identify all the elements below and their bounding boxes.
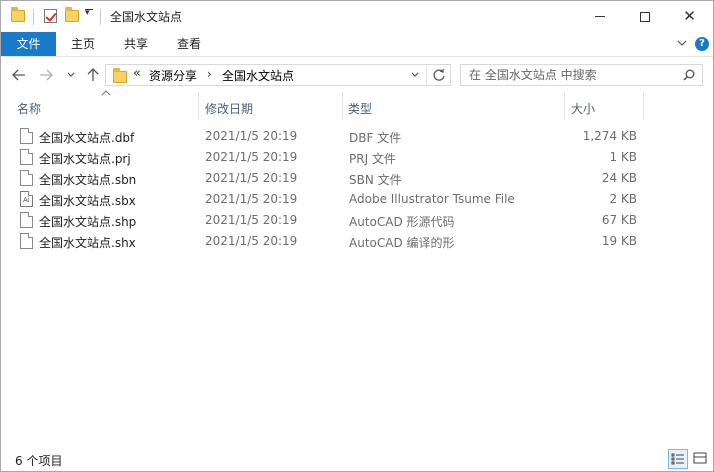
file-name: 全国水文站点.dbf bbox=[39, 131, 135, 145]
file-icon bbox=[20, 149, 33, 165]
file-size: 2 KB bbox=[609, 192, 637, 206]
file-row[interactable]: 全国水文站点.prj 2021/1/5 20:19 PRJ 文件 1 KB bbox=[1, 147, 713, 168]
breadcrumb-item-resource-share[interactable]: 资源分享 bbox=[149, 67, 197, 84]
large-icons-view-icon bbox=[693, 452, 707, 464]
chevron-down-icon bbox=[67, 72, 75, 77]
details-view-button[interactable] bbox=[668, 449, 688, 469]
file-date: 2021/1/5 20:19 bbox=[205, 213, 298, 227]
window-title: 全国水文站点 bbox=[110, 10, 183, 24]
address-bar[interactable]: « 资源分享 › 全国水文站点 bbox=[105, 64, 451, 86]
tab-file[interactable]: 文件 bbox=[1, 32, 56, 56]
file-name: 全国水文站点.sbx bbox=[39, 194, 136, 208]
address-divider bbox=[426, 65, 427, 85]
file-row[interactable]: Ai 全国水文站点.sbx 2021/1/5 20:19 Adobe Illus… bbox=[1, 189, 713, 210]
file-date: 2021/1/5 20:19 bbox=[205, 129, 298, 143]
file-name: 全国水文站点.prj bbox=[39, 152, 131, 166]
maximize-icon bbox=[639, 11, 650, 22]
tab-share[interactable]: 共享 bbox=[111, 32, 161, 56]
navigation-bar: « 资源分享 › 全国水文站点 bbox=[1, 58, 713, 92]
minimize-icon bbox=[594, 16, 605, 17]
help-icon[interactable]: ? bbox=[695, 37, 709, 51]
close-button[interactable]: ✕ bbox=[667, 1, 712, 32]
file-type: AutoCAD 编译的形 bbox=[349, 236, 455, 250]
column-header-type[interactable]: 类型 bbox=[348, 100, 372, 117]
file-icon bbox=[20, 212, 33, 228]
recent-locations-button[interactable] bbox=[62, 66, 80, 84]
minimize-button[interactable] bbox=[577, 1, 622, 32]
file-type: DBF 文件 bbox=[349, 131, 402, 145]
file-size: 67 KB bbox=[601, 213, 637, 227]
file-icon bbox=[20, 170, 33, 186]
column-header-name[interactable]: 名称 bbox=[17, 100, 41, 117]
customize-toolbar-chevron-down-icon[interactable]: ▾ bbox=[85, 8, 93, 18]
column-header-size[interactable]: 大小 bbox=[571, 100, 595, 117]
expand-ribbon-chevron-icon[interactable] bbox=[677, 38, 687, 48]
file-date: 2021/1/5 20:19 bbox=[205, 150, 298, 164]
refresh-icon[interactable] bbox=[432, 67, 446, 83]
sort-ascending-chevron-icon bbox=[101, 90, 111, 96]
file-row[interactable]: 全国水文站点.sbn 2021/1/5 20:19 SBN 文件 24 KB bbox=[1, 168, 713, 189]
file-size: 24 KB bbox=[601, 171, 637, 185]
file-type: Adobe Illustrator Tsume File bbox=[349, 192, 515, 206]
up-button[interactable] bbox=[84, 66, 102, 84]
up-arrow-icon bbox=[87, 68, 99, 81]
illustrator-file-icon: Ai bbox=[20, 191, 33, 207]
column-header-row: 名称 修改日期 类型 大小 bbox=[1, 90, 713, 122]
explorer-window: ▾ 全国水文站点 ✕ 文件 主页 共享 查看 ? « 资源分享 › 全国水文站点… bbox=[0, 0, 714, 472]
folder-icon bbox=[9, 7, 27, 25]
file-type: PRJ 文件 bbox=[349, 152, 396, 166]
file-date: 2021/1/5 20:19 bbox=[205, 192, 298, 206]
title-divider bbox=[100, 9, 101, 25]
column-divider[interactable] bbox=[564, 92, 565, 120]
item-count: 6 个项目 bbox=[15, 454, 63, 468]
title-bar: ▾ 全国水文站点 ✕ bbox=[1, 1, 713, 32]
column-divider[interactable] bbox=[342, 92, 343, 120]
ribbon-tabs: 文件 主页 共享 查看 ? bbox=[1, 32, 713, 57]
file-row[interactable]: 全国水文站点.shp 2021/1/5 20:19 AutoCAD 形源代码 6… bbox=[1, 210, 713, 231]
file-name: 全国水文站点.shp bbox=[39, 215, 137, 229]
forward-button[interactable] bbox=[37, 66, 55, 84]
quick-access-divider bbox=[33, 9, 34, 25]
maximize-button[interactable] bbox=[622, 1, 667, 32]
search-box[interactable] bbox=[460, 64, 703, 86]
folder-icon bbox=[113, 68, 127, 83]
file-list: 名称 修改日期 类型 大小 全国水文站点.dbf 2021/1/5 20:19 … bbox=[1, 90, 713, 447]
file-row[interactable]: 全国水文站点.dbf 2021/1/5 20:19 DBF 文件 1,274 K… bbox=[1, 126, 713, 147]
file-type: AutoCAD 形源代码 bbox=[349, 215, 455, 229]
file-type: SBN 文件 bbox=[349, 173, 402, 187]
column-divider[interactable] bbox=[198, 92, 199, 120]
status-bar: 6 个项目 bbox=[1, 447, 713, 471]
file-name: 全国水文站点.sbn bbox=[39, 173, 137, 187]
address-history-chevron-icon[interactable] bbox=[410, 68, 420, 82]
file-name: 全国水文站点.shx bbox=[39, 236, 136, 250]
back-button[interactable] bbox=[10, 66, 28, 84]
file-row[interactable]: 全国水文站点.shx 2021/1/5 20:19 AutoCAD 编译的形 1… bbox=[1, 231, 713, 252]
file-size: 19 KB bbox=[601, 234, 637, 248]
file-icon bbox=[20, 233, 33, 249]
forward-arrow-icon bbox=[40, 69, 53, 81]
file-icon bbox=[20, 128, 33, 144]
file-date: 2021/1/5 20:19 bbox=[205, 234, 298, 248]
search-input[interactable] bbox=[469, 67, 669, 83]
breadcrumb-separator-chevron-icon[interactable]: › bbox=[207, 67, 212, 81]
column-header-date[interactable]: 修改日期 bbox=[205, 100, 253, 117]
large-icons-view-button[interactable] bbox=[691, 449, 711, 469]
search-icon[interactable] bbox=[683, 69, 695, 81]
breadcrumb-item-current-folder[interactable]: 全国水文站点 bbox=[222, 67, 294, 84]
back-arrow-icon bbox=[12, 69, 25, 81]
column-divider[interactable] bbox=[643, 92, 644, 120]
file-date: 2021/1/5 20:19 bbox=[205, 171, 298, 185]
tab-home[interactable]: 主页 bbox=[58, 32, 108, 56]
new-folder-icon[interactable] bbox=[63, 7, 81, 25]
tab-view[interactable]: 查看 bbox=[164, 32, 214, 56]
close-icon: ✕ bbox=[683, 7, 696, 25]
file-size: 1 KB bbox=[609, 150, 637, 164]
breadcrumb-overflow[interactable]: « bbox=[133, 66, 141, 81]
details-view-icon bbox=[671, 453, 684, 465]
properties-check-icon[interactable] bbox=[41, 7, 59, 25]
file-size: 1,274 KB bbox=[582, 129, 637, 143]
